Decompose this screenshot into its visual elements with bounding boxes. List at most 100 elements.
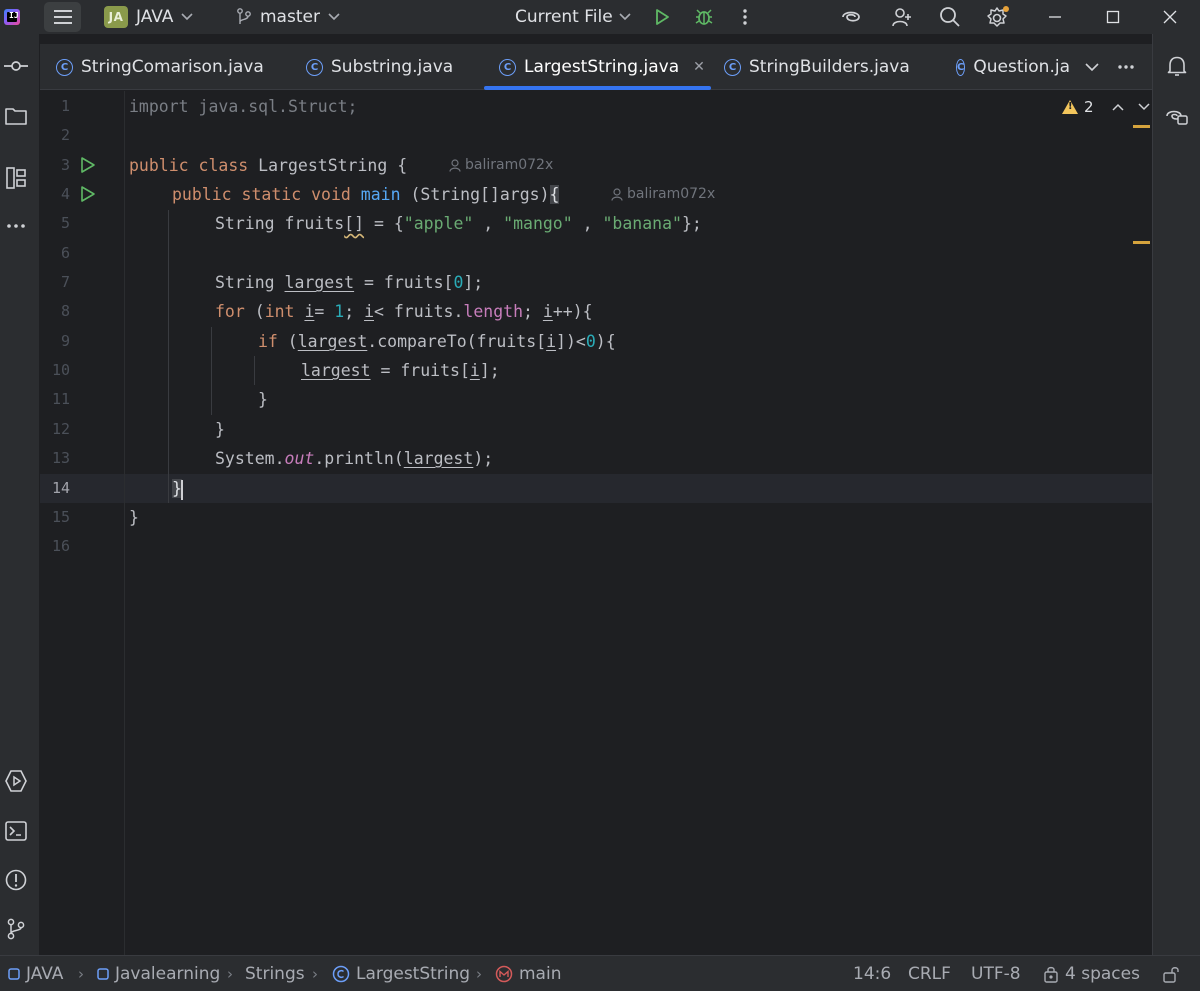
- project-tool-button[interactable]: [4, 104, 28, 128]
- status-bar: JAVA › Javalearning › Strings › LargestS…: [0, 955, 1200, 991]
- chevron-down-icon[interactable]: [1085, 62, 1099, 72]
- breadcrumb-class[interactable]: LargestString: [332, 956, 470, 991]
- code-with-me-button[interactable]: [887, 0, 917, 34]
- scrollbar-warning-marker[interactable]: [1133, 241, 1150, 244]
- git-branch-icon: [7, 918, 25, 940]
- settings-button[interactable]: [983, 0, 1013, 34]
- text-caret: [180, 479, 183, 500]
- structure-tool-button[interactable]: [4, 166, 28, 190]
- bell-icon: [1167, 56, 1187, 76]
- maximize-icon: [1106, 10, 1120, 24]
- breadcrumb-project[interactable]: JAVA: [8, 956, 63, 991]
- search-button[interactable]: [935, 0, 965, 34]
- swirl-icon: [842, 11, 860, 22]
- window-maximize-button[interactable]: [1098, 0, 1128, 34]
- breadcrumb-method[interactable]: main: [495, 956, 561, 991]
- tab-largeststring[interactable]: C LargestString.java ✕: [499, 44, 705, 90]
- indent-setting[interactable]: 4 spaces: [1043, 956, 1140, 991]
- author-hint[interactable]: baliram072x: [449, 151, 553, 180]
- caret-position[interactable]: 14:6: [853, 956, 891, 991]
- scrollbar-warning-marker[interactable]: [1133, 125, 1150, 128]
- code-line-14: }: [172, 479, 183, 500]
- unlock-icon: [1163, 967, 1179, 983]
- line-number: 12: [51, 420, 70, 438]
- active-tab-indicator: [484, 86, 711, 90]
- problems-tool-button[interactable]: [4, 868, 28, 892]
- user-icon: [449, 159, 461, 172]
- line-separator[interactable]: CRLF: [908, 956, 951, 991]
- editor-tab-bar: C StringComarison.java C Substring.java …: [40, 44, 1152, 90]
- author-hint[interactable]: baliram072x: [611, 180, 715, 209]
- title-bar: IJ JA JAVA master Current File: [0, 0, 1200, 34]
- debug-button[interactable]: [689, 0, 719, 34]
- project-switcher[interactable]: JA JAVA: [104, 0, 194, 34]
- breadcrumb-separator: ›: [476, 965, 482, 983]
- chevron-down-icon: [181, 13, 194, 21]
- breadcrumb-package[interactable]: Strings: [245, 956, 305, 991]
- close-tab-icon[interactable]: ✕: [693, 59, 705, 75]
- code-line-5: String fruits[] = {"apple" , "mango" , "…: [215, 214, 702, 233]
- code-line-4: public static void main (String[]args){: [172, 185, 560, 204]
- line-number: 13: [51, 449, 70, 467]
- git-tool-button[interactable]: [4, 917, 28, 941]
- tab-question[interactable]: C Question.ja: [956, 44, 1070, 90]
- window-close-button[interactable]: [1155, 0, 1185, 34]
- code-line-7: String largest = fruits[0];: [215, 273, 484, 292]
- right-tool-window-bar: [1152, 34, 1200, 955]
- chevron-down-icon: [619, 13, 631, 21]
- file-encoding[interactable]: UTF-8: [971, 956, 1021, 991]
- project-name: JAVA: [136, 7, 174, 27]
- chevron-up-icon[interactable]: [1112, 103, 1124, 111]
- services-icon: [5, 770, 27, 792]
- breadcrumb-separator: ›: [312, 965, 318, 983]
- ai-assistant-button[interactable]: [836, 0, 866, 34]
- method-icon: [495, 965, 513, 983]
- intellij-logo-icon[interactable]: IJ: [4, 0, 26, 34]
- folder-icon: [5, 108, 27, 125]
- line-number: 16: [51, 537, 70, 555]
- run-main-gutter-icon[interactable]: [79, 185, 97, 203]
- chevron-down-icon[interactable]: [1138, 103, 1150, 111]
- bug-icon: [695, 9, 713, 25]
- java-class-icon: C: [56, 58, 73, 76]
- left-tool-window-bar: [0, 34, 40, 955]
- tab-substring[interactable]: C Substring.java: [306, 44, 453, 90]
- code-line-1: import java.sql.Struct;: [129, 97, 358, 116]
- java-class-icon: C: [499, 58, 516, 76]
- services-tool-button[interactable]: [4, 769, 28, 793]
- more-vertical-icon: [743, 9, 747, 25]
- java-class-icon: C: [724, 58, 741, 76]
- indent-guide: [254, 356, 255, 385]
- more-horizontal-icon[interactable]: [1117, 64, 1135, 70]
- indent-guide: [168, 210, 169, 503]
- code-line-9: if (largest.compareTo(fruits[i])<0){: [258, 332, 616, 351]
- window-minimize-button[interactable]: [1040, 0, 1070, 34]
- run-button[interactable]: [647, 0, 677, 34]
- more-tools-button[interactable]: [4, 214, 28, 238]
- search-icon: [940, 7, 960, 27]
- notifications-button[interactable]: [1165, 54, 1189, 78]
- run-configuration-selector[interactable]: Current File: [515, 0, 631, 34]
- more-actions-button[interactable]: [730, 0, 760, 34]
- run-class-gutter-icon[interactable]: [79, 156, 97, 174]
- ai-chat-button[interactable]: [1165, 104, 1189, 128]
- java-class-icon: C: [306, 58, 323, 76]
- run-icon: [656, 9, 669, 25]
- breadcrumb-folder[interactable]: Javalearning: [97, 956, 220, 991]
- branch-switcher[interactable]: master: [236, 0, 340, 34]
- terminal-tool-button[interactable]: [4, 819, 28, 843]
- tab-stringbuilders[interactable]: C StringBuilders.java: [724, 44, 910, 90]
- editorconfig-icon: [1044, 966, 1058, 983]
- warning-count: 2: [1084, 98, 1094, 116]
- tab-actions: [1085, 44, 1135, 90]
- inspection-widget[interactable]: 2: [1062, 96, 1150, 118]
- commit-tool-button[interactable]: [4, 54, 28, 78]
- main-menu-button[interactable]: [44, 2, 81, 32]
- code-line-11: }: [258, 390, 268, 409]
- indent-guide: [211, 327, 212, 415]
- java-class-icon: C: [956, 58, 966, 76]
- commit-icon: [4, 61, 28, 71]
- tab-stringcomarison[interactable]: C StringComarison.java: [56, 44, 264, 90]
- structure-icon: [6, 167, 26, 189]
- readonly-toggle[interactable]: [1162, 956, 1180, 991]
